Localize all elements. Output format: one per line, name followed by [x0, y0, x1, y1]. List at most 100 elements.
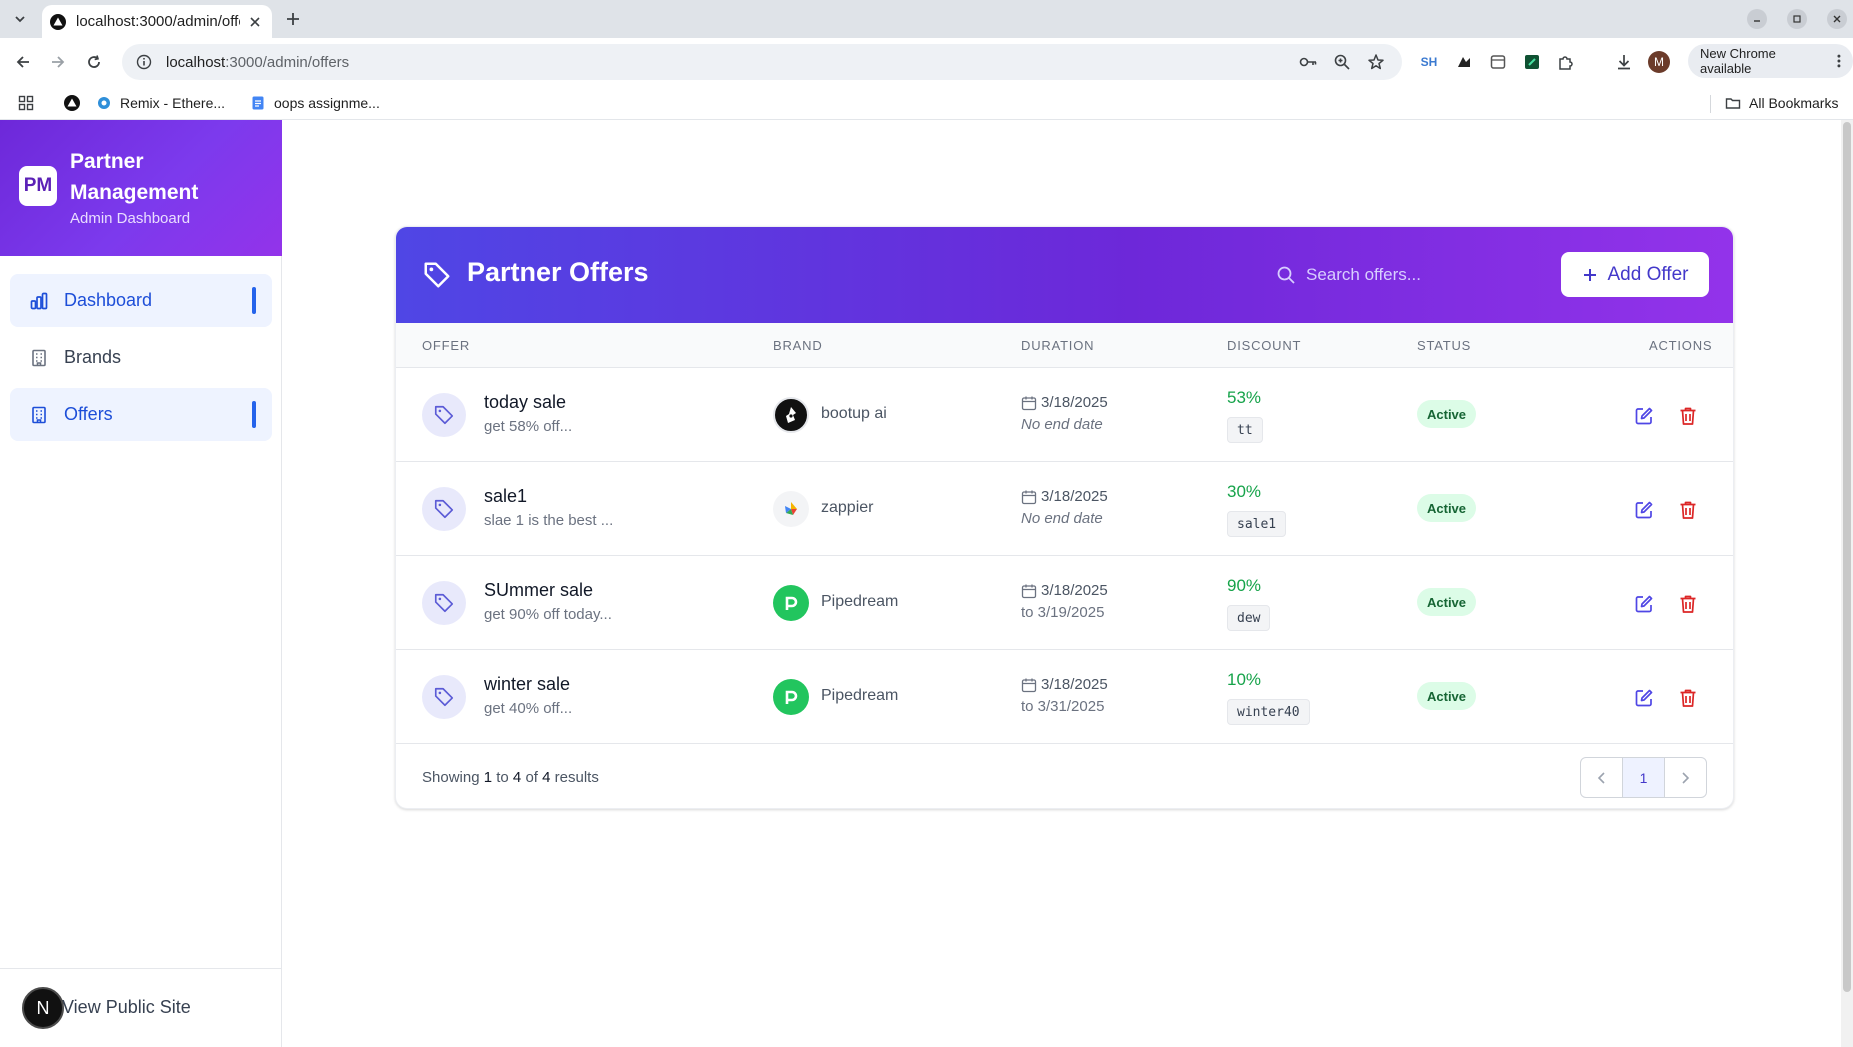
close-window-button[interactable]: [1827, 9, 1847, 29]
discount-percent: 53%: [1227, 388, 1262, 407]
browser-tab[interactable]: localhost:3000/admin/offers: [42, 5, 272, 38]
zoom-icon[interactable]: [1332, 52, 1352, 72]
chevron-left-icon: [1597, 771, 1605, 784]
status-badge: Active: [1417, 682, 1477, 710]
offer-description: get 40% off...: [484, 700, 573, 717]
edit-icon[interactable]: [1632, 592, 1656, 616]
kebab-menu-icon: [1837, 54, 1841, 68]
search-icon: [1277, 266, 1295, 284]
trash-icon[interactable]: [1676, 404, 1700, 428]
bookmark-triangle-icon[interactable]: [64, 92, 80, 114]
sidebar-item-offers[interactable]: Offers: [10, 388, 272, 441]
table-row: today sale get 58% off... bootup ai 3/18…: [396, 368, 1733, 462]
column-header-offer: OFFER: [422, 338, 471, 353]
page-button-current[interactable]: 1: [1622, 758, 1665, 797]
trash-icon[interactable]: [1676, 498, 1700, 522]
browser-toolbar: localhost:3000/admin/offers SH M New Chr…: [0, 38, 1853, 86]
duration-end: No end date: [1021, 510, 1103, 527]
site-info-icon[interactable]: [136, 54, 152, 70]
duration-start: 3/18/2025: [1041, 676, 1108, 693]
download-icon[interactable]: [1614, 52, 1634, 72]
status-badge: Active: [1417, 400, 1477, 428]
close-tab-icon[interactable]: [246, 13, 264, 31]
sidebar-item-label: Brands: [64, 347, 122, 367]
address-bar[interactable]: localhost:3000/admin/offers: [122, 44, 1402, 80]
table-row: sale1 slae 1 is the best ... zappier 3/1…: [396, 462, 1733, 556]
chevron-right-icon: [1682, 771, 1690, 784]
offer-description: get 58% off...: [484, 418, 573, 435]
bookmark-star-icon[interactable]: [1366, 52, 1386, 72]
offer-name: winter sale: [484, 674, 571, 694]
edit-icon[interactable]: [1632, 404, 1656, 428]
edit-icon[interactable]: [1632, 686, 1656, 710]
all-bookmarks[interactable]: All Bookmarks: [1725, 92, 1838, 114]
next-page-button[interactable]: [1665, 758, 1706, 797]
back-button[interactable]: [11, 50, 35, 74]
profile-avatar[interactable]: M: [1648, 51, 1670, 73]
add-offer-button[interactable]: Add Offer: [1561, 252, 1709, 297]
brand-name: Pipedream: [821, 593, 899, 610]
tab-search-button[interactable]: [8, 7, 32, 31]
extension-figure-icon[interactable]: [1454, 52, 1474, 72]
tag-icon: [422, 393, 466, 437]
chrome-update-label: New Chrome available: [1700, 46, 1776, 76]
duration-end: to 3/31/2025: [1021, 698, 1105, 715]
browser-tab-strip: localhost:3000/admin/offers: [0, 0, 1853, 38]
app-logo: PM: [19, 166, 57, 206]
extension-window-icon[interactable]: [1488, 52, 1508, 72]
reload-button[interactable]: [82, 50, 106, 74]
bookmark-remix[interactable]: Remix - Ethere...: [96, 92, 225, 114]
nextjs-badge[interactable]: N: [22, 987, 64, 1029]
plus-icon: [287, 13, 299, 25]
tab-title: localhost:3000/admin/offers: [76, 13, 240, 30]
view-public-site-link[interactable]: View Public Site: [62, 997, 191, 1018]
reload-icon: [88, 55, 100, 68]
tag-icon: [422, 260, 452, 295]
remix-icon: [98, 97, 110, 109]
edit-icon[interactable]: [1632, 498, 1656, 522]
pipedream-logo-icon: [773, 585, 809, 621]
prev-page-button[interactable]: [1581, 758, 1622, 797]
bookmark-label: Remix - Ethere...: [120, 95, 226, 111]
app-title: Partner Management: [70, 150, 199, 204]
search-input[interactable]: [1306, 265, 1526, 285]
trash-icon[interactable]: [1676, 686, 1700, 710]
discount-percent: 90%: [1227, 576, 1262, 595]
scrollbar-thumb[interactable]: [1843, 122, 1851, 992]
tag-icon: [422, 675, 466, 719]
forward-button[interactable]: [46, 50, 70, 74]
calendar-icon: [1021, 395, 1037, 416]
extensions-puzzle-icon[interactable]: [1556, 52, 1576, 72]
zappier-logo-icon: [773, 491, 809, 527]
extension-green-icon[interactable]: [1522, 52, 1542, 72]
calendar-icon: [1021, 583, 1037, 604]
apps-grid-icon[interactable]: [18, 92, 34, 114]
duration-start: 3/18/2025: [1041, 488, 1108, 505]
extension-sh-icon[interactable]: SH: [1418, 55, 1440, 69]
status-badge: Active: [1417, 494, 1477, 522]
sidebar-footer: View Public Site N: [0, 968, 282, 1047]
column-header-discount: DISCOUNT: [1227, 338, 1302, 353]
bookmarks-bar: Remix - Ethere... oops assignme... All B…: [0, 86, 1853, 120]
sidebar: PM Partner Management Admin Dashboard Da…: [0, 120, 282, 1047]
arrow-right-icon: [52, 56, 65, 68]
active-indicator: [252, 401, 256, 428]
offers-card: Partner Offers Add Offer OFFER BRAND DUR…: [395, 226, 1734, 809]
coupon-code: tt: [1227, 417, 1263, 443]
new-tab-button[interactable]: [282, 8, 304, 30]
sidebar-item-dashboard[interactable]: Dashboard: [10, 274, 272, 327]
chrome-update-button[interactable]: New Chrome available: [1688, 44, 1853, 78]
table-header: OFFER BRAND DURATION DISCOUNT STATUS ACT…: [396, 323, 1733, 368]
sidebar-item-brands[interactable]: Brands: [10, 331, 272, 384]
bookmark-oops[interactable]: oops assignme...: [250, 92, 380, 114]
tag-icon: [422, 581, 466, 625]
trash-icon[interactable]: [1676, 592, 1700, 616]
brand-name: zappier: [821, 499, 874, 516]
minimize-window-button[interactable]: [1747, 9, 1767, 29]
column-header-brand: BRAND: [773, 338, 823, 353]
password-key-icon[interactable]: [1298, 52, 1318, 72]
restore-window-button[interactable]: [1787, 9, 1807, 29]
column-header-actions: ACTIONS: [1649, 338, 1713, 353]
app-root: PM Partner Management Admin Dashboard Da…: [0, 120, 1853, 1047]
offer-description: get 90% off today...: [484, 606, 612, 623]
